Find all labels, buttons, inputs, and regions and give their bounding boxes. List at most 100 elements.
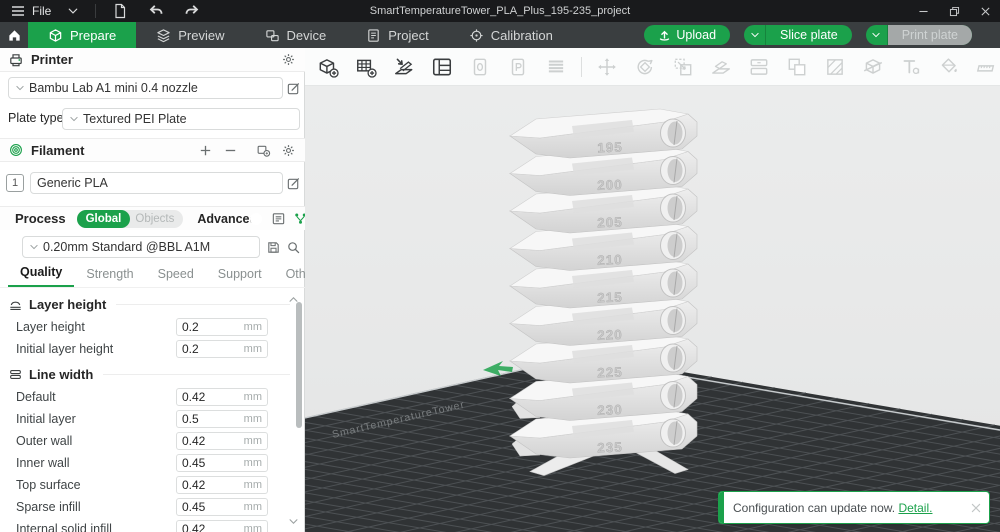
measure-icon[interactable]	[974, 54, 1000, 80]
arrange-icon[interactable]	[429, 54, 455, 80]
printer-edit-icon[interactable]	[284, 79, 302, 97]
tab-label: Project	[388, 27, 429, 43]
file-menu-chevron-icon[interactable]	[67, 5, 79, 17]
param-row: Sparse infill 0.45 mm	[0, 496, 298, 518]
model-temperature-tower[interactable]: 235 230 225 220 215 210 205 200 195	[508, 108, 698, 476]
scrollbar-thumb[interactable]	[296, 302, 302, 428]
scale-icon[interactable]	[670, 54, 696, 80]
line-width-icon	[10, 369, 21, 379]
split-to-parts-icon[interactable]	[505, 54, 531, 80]
param-input-top-surface[interactable]: 0.42 mm	[176, 476, 268, 494]
param-label: Outer wall	[16, 434, 73, 448]
param-row: Outer wall 0.42 mm	[0, 430, 298, 452]
home-button[interactable]	[0, 22, 28, 48]
process-tab-quality[interactable]: Quality	[8, 261, 75, 287]
param-input-initial-layer[interactable]: 0.5 mm	[176, 410, 268, 428]
param-row: Initial layer height 0.2 mm	[0, 338, 298, 360]
side-panel: Printer Bambu Lab A1 mini 0.4 nozzle Pla…	[0, 48, 323, 532]
tower-temperature-label: 210	[597, 252, 623, 268]
minimize-icon[interactable]	[917, 5, 930, 18]
save-project-icon[interactable]	[112, 3, 128, 19]
param-label: Inner wall	[16, 456, 70, 470]
slice-dropdown-chevron-icon[interactable]	[744, 25, 767, 45]
process-preset-select[interactable]: 0.20mm Standard @BBL A1M	[22, 236, 260, 258]
param-input-default[interactable]: 0.42 mm	[176, 388, 268, 406]
restore-icon[interactable]	[948, 5, 961, 18]
filament-edit-icon[interactable]	[284, 174, 302, 192]
filament-sync-icon[interactable]	[254, 141, 272, 159]
filament-section-header: Filament	[0, 138, 305, 162]
tab-preview[interactable]: Preview	[136, 22, 244, 48]
scroll-down-icon[interactable]	[288, 516, 300, 526]
printer-select[interactable]: Bambu Lab A1 mini 0.4 nozzle	[8, 77, 283, 99]
text-tool-icon[interactable]	[898, 54, 924, 80]
parameter-table-icon[interactable]	[271, 210, 286, 228]
search-icon[interactable]	[284, 238, 302, 256]
filament-settings-gear-icon[interactable]	[279, 141, 297, 159]
clone-icon[interactable]	[784, 54, 810, 80]
tab-device[interactable]: Device	[245, 22, 347, 48]
param-input-initial-layer-height[interactable]: 0.2 mm	[176, 340, 268, 358]
segment-objects[interactable]: Objects	[130, 213, 183, 225]
menu-icon[interactable]	[10, 3, 26, 19]
notification-close-icon[interactable]	[963, 501, 989, 515]
slice-plate-button[interactable]: Slice plate	[744, 25, 852, 45]
tab-label: Preview	[178, 27, 225, 43]
print-plate-button[interactable]: Print plate	[865, 25, 972, 45]
divider	[581, 56, 582, 77]
rotate-icon[interactable]	[632, 54, 658, 80]
param-input-outer-wall[interactable]: 0.42 mm	[176, 432, 268, 450]
undo-icon[interactable]	[148, 3, 164, 19]
nav-bar: Prepare Preview Device Project Calibration U…	[0, 22, 1000, 48]
add-filament-icon[interactable]	[196, 141, 214, 159]
tab-prepare[interactable]: Prepare	[28, 22, 137, 48]
segment-global[interactable]: Global	[76, 209, 131, 228]
add-plate-icon[interactable]	[353, 54, 379, 80]
process-tab-support[interactable]: Support	[206, 263, 274, 287]
param-input-sparse-infill[interactable]: 0.45 mm	[176, 498, 268, 516]
param-label: Default	[16, 390, 56, 404]
plate-type-select[interactable]: Textured PEI Plate	[62, 108, 300, 130]
move-icon[interactable]	[594, 54, 620, 80]
param-input-inner-wall[interactable]: 0.45 mm	[176, 454, 268, 472]
process-scope-segment[interactable]: Global Objects	[76, 209, 184, 228]
add-object-icon[interactable]	[315, 54, 341, 80]
filament-slot-number[interactable]: 1	[6, 174, 24, 192]
save-preset-icon[interactable]	[264, 238, 282, 256]
process-tab-strength[interactable]: Strength	[74, 263, 145, 287]
redo-icon[interactable]	[184, 3, 200, 19]
close-icon[interactable]	[979, 5, 992, 18]
print-dropdown-chevron-icon[interactable]	[866, 25, 888, 45]
tower-temperature-label: 200	[597, 177, 623, 193]
notification-detail-link[interactable]: Detail.	[898, 501, 932, 515]
box-icon	[49, 28, 62, 42]
remove-filament-icon[interactable]	[221, 141, 239, 159]
section-header-line-width: Line width	[0, 362, 298, 386]
chevron-down-icon	[15, 83, 25, 93]
color-paint-icon[interactable]	[936, 54, 962, 80]
param-input-internal-solid-infill[interactable]: 0.42 mm	[176, 520, 268, 532]
tab-calibration[interactable]: Calibration	[449, 22, 573, 48]
auto-orient-icon[interactable]	[391, 54, 417, 80]
viewport-toolbar	[305, 48, 1000, 86]
tab-project[interactable]: Project	[346, 22, 448, 48]
cut-icon[interactable]	[860, 54, 886, 80]
param-row: Inner wall 0.45 mm	[0, 452, 298, 474]
split-to-objects-icon[interactable]	[467, 54, 493, 80]
file-menu[interactable]: File	[32, 4, 51, 18]
param-input-layer-height[interactable]: 0.2 mm	[176, 318, 268, 336]
process-tab-speed[interactable]: Speed	[146, 263, 206, 287]
variable-layer-icon[interactable]	[822, 54, 848, 80]
printer-settings-gear-icon[interactable]	[279, 51, 297, 69]
upload-button[interactable]: Upload	[644, 25, 731, 45]
filament-select[interactable]: Generic PLA	[30, 172, 283, 194]
viewport-3d[interactable]: SmartTemperatureTower 235 230 225 220 215 210…	[305, 86, 1000, 532]
tab-label: Device	[286, 27, 327, 43]
param-row: Initial layer 0.5 mm	[0, 408, 298, 430]
filament-spool-icon	[10, 144, 22, 156]
param-label: Internal solid infill	[16, 522, 112, 532]
param-row: Internal solid infill 0.42 mm	[0, 518, 298, 532]
lay-on-face-icon[interactable]	[708, 54, 734, 80]
layers-list-icon[interactable]	[543, 54, 569, 80]
split-plate-icon[interactable]	[746, 54, 772, 80]
